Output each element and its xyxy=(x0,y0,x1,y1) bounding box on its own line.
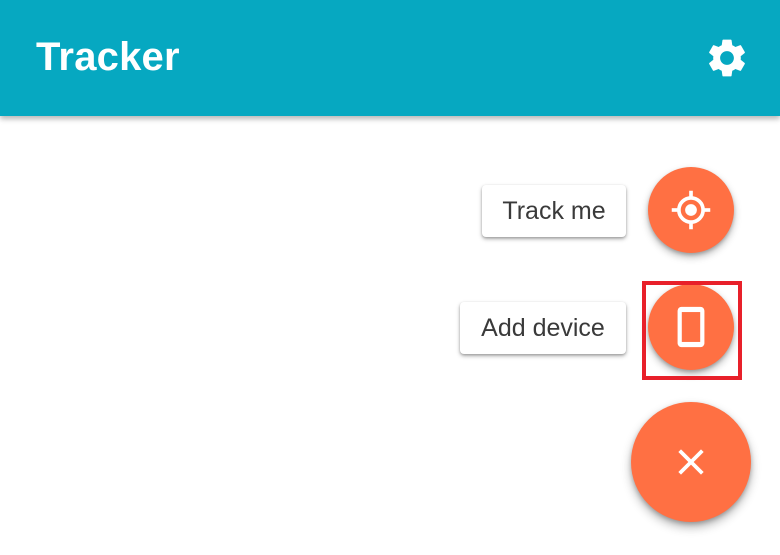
app-root: Tracker Track me Add device xyxy=(0,0,780,555)
add-device-label[interactable]: Add device xyxy=(460,302,626,354)
gear-icon xyxy=(709,39,745,77)
crosshair-icon xyxy=(671,190,711,230)
add-device-label-text: Add device xyxy=(481,313,605,342)
app-title: Tracker xyxy=(36,35,180,79)
settings-button[interactable] xyxy=(702,33,752,83)
close-icon xyxy=(678,449,704,475)
track-me-label-text: Track me xyxy=(502,196,606,225)
speed-dial-close-fab[interactable] xyxy=(631,402,751,522)
track-me-fab[interactable] xyxy=(648,167,734,253)
smartphone-icon xyxy=(677,306,705,348)
add-device-fab[interactable] xyxy=(648,284,734,370)
track-me-label[interactable]: Track me xyxy=(482,185,626,237)
app-bar: Tracker xyxy=(0,0,780,116)
